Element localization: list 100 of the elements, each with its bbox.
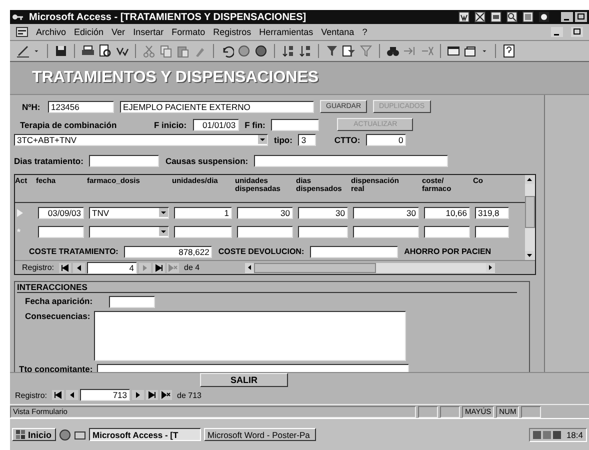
menu-item[interactable]: ? (362, 27, 368, 37)
next-record-button[interactable] (132, 390, 144, 400)
field-label: CTTO: (334, 134, 360, 144)
new-record-marker: * (17, 226, 21, 236)
vertical-scrollbar[interactable] (525, 175, 535, 260)
input-field[interactable]: 01/01/03 (192, 118, 239, 130)
magnifier-icon[interactable] (506, 11, 518, 23)
filter-form-icon[interactable] (342, 44, 356, 58)
last-record-button[interactable] (146, 390, 158, 400)
minimize-button[interactable] (561, 12, 573, 22)
scroll-down-icon[interactable] (525, 251, 534, 260)
input-field[interactable] (271, 118, 320, 130)
input-field[interactable]: EJEMPLO PACIENTE EXTERNO (120, 100, 314, 112)
input-field[interactable] (89, 154, 160, 166)
first-record-button[interactable] (59, 262, 72, 272)
save-icon[interactable] (54, 44, 68, 58)
print-preview-icon[interactable] (98, 44, 112, 58)
table-cell-field[interactable] (424, 226, 470, 238)
table-cell-field[interactable]: 319,8 (475, 206, 509, 218)
form-icon[interactable] (16, 27, 28, 37)
previous-record-button[interactable] (66, 390, 78, 400)
input-field[interactable]: 123456 (48, 100, 114, 112)
key-icon (12, 12, 24, 22)
exit-button[interactable]: SALIR (200, 373, 288, 387)
scroll-right-icon[interactable] (486, 263, 495, 272)
record-number-field[interactable]: 4 (87, 262, 138, 274)
taskbar-button[interactable]: Microsoft Word - Poster-Pa (204, 428, 316, 441)
sort-ascending-icon[interactable] (281, 44, 295, 58)
taskbar-button[interactable]: Microsoft Access - [T (88, 428, 201, 441)
form-heading: TRATAMIENTOS Y DISPENSACIONES (32, 69, 319, 87)
record-number-field[interactable]: 713 (80, 389, 130, 401)
table-cell-field[interactable]: 10,66 (424, 206, 470, 218)
table-cell-field[interactable] (298, 226, 348, 238)
input-field[interactable]: 3 (298, 134, 316, 146)
table-cell-field[interactable] (174, 226, 232, 238)
window-icon[interactable] (447, 44, 461, 58)
cross-icon[interactable] (474, 11, 486, 23)
dropdown-field[interactable]: 3TC+ABT+TNV (14, 134, 268, 146)
menu-item[interactable]: Formato (172, 27, 206, 37)
restore-button[interactable] (571, 27, 583, 37)
table-cell-field[interactable] (237, 226, 293, 238)
printer-icon[interactable] (81, 44, 95, 58)
input-field[interactable]: 0 (366, 134, 406, 146)
input-field[interactable] (109, 296, 155, 308)
dropdown-field[interactable]: TNV (89, 206, 169, 218)
menu-item[interactable]: Edición (74, 27, 104, 37)
paste-icon[interactable] (176, 44, 190, 58)
panel-icon[interactable] (490, 11, 502, 23)
record-label: Registro: (22, 263, 54, 272)
window-title: Microsoft Access - [TRATAMIENTOS Y DISPENSACIONES] (29, 12, 306, 22)
total-label: COSTE TRATAMIENTO: (29, 247, 118, 256)
menu-item[interactable]: Ver (112, 27, 126, 37)
current-record-icon (17, 208, 23, 216)
table-cell-field[interactable]: 03/09/03 (38, 206, 84, 218)
scroll-left-icon[interactable] (244, 263, 254, 272)
objects-icon[interactable] (464, 44, 478, 58)
menu-item[interactable]: Registros (213, 27, 252, 37)
table-cell-field[interactable]: 30 (353, 206, 419, 218)
input-field[interactable] (254, 154, 448, 166)
clock: 18:4 (566, 430, 583, 440)
menu-item[interactable]: Ventana (321, 27, 354, 37)
table-cell-field[interactable]: 1 (174, 206, 232, 218)
ruler-icon[interactable] (16, 44, 30, 58)
field-label: F inicio: (154, 120, 187, 130)
start-button[interactable]: Inicio (12, 428, 56, 441)
dropdown-field[interactable] (89, 226, 169, 238)
total-field[interactable]: 878,622 (124, 246, 212, 258)
restore-button[interactable] (575, 12, 587, 22)
menu-item[interactable]: Insertar (133, 27, 164, 37)
table-cell-field[interactable] (353, 226, 419, 238)
binoculars-icon[interactable] (386, 44, 400, 58)
record-count: de 4 (184, 263, 200, 272)
help-icon[interactable] (502, 44, 516, 58)
scroll-up-icon[interactable] (525, 175, 534, 184)
sort-descending-icon[interactable] (298, 44, 312, 58)
first-record-button[interactable] (52, 390, 64, 400)
status-panel (418, 406, 438, 418)
text-area[interactable] (94, 311, 406, 361)
table-cell-field[interactable] (475, 226, 509, 238)
windows-flag-icon (16, 430, 26, 440)
table-cell-field[interactable]: 30 (237, 206, 293, 218)
square-icon[interactable] (522, 11, 534, 23)
field-label: Dias tratamiento: (14, 156, 84, 166)
new-record-button[interactable] (160, 390, 172, 400)
field-label: Tto concomitante: (19, 364, 93, 372)
field-label: Fecha aparición: (25, 296, 94, 308)
last-record-button[interactable] (153, 262, 166, 272)
circle-icon[interactable] (538, 11, 550, 23)
total-field[interactable] (310, 246, 398, 258)
copy-icon[interactable] (159, 44, 173, 58)
minimize-button[interactable] (551, 27, 563, 37)
menu-item[interactable]: Archivo (36, 27, 66, 37)
table-cell-field[interactable] (38, 226, 84, 238)
filter-icon[interactable] (325, 44, 339, 58)
previous-record-button[interactable] (73, 262, 86, 272)
tray-icon[interactable] (533, 430, 564, 440)
horizontal-scrollbar[interactable] (244, 262, 495, 272)
menu-item[interactable]: Herramientas (259, 27, 314, 37)
field-label: tipo: (274, 134, 292, 144)
table-cell-field[interactable]: 30 (298, 206, 348, 218)
